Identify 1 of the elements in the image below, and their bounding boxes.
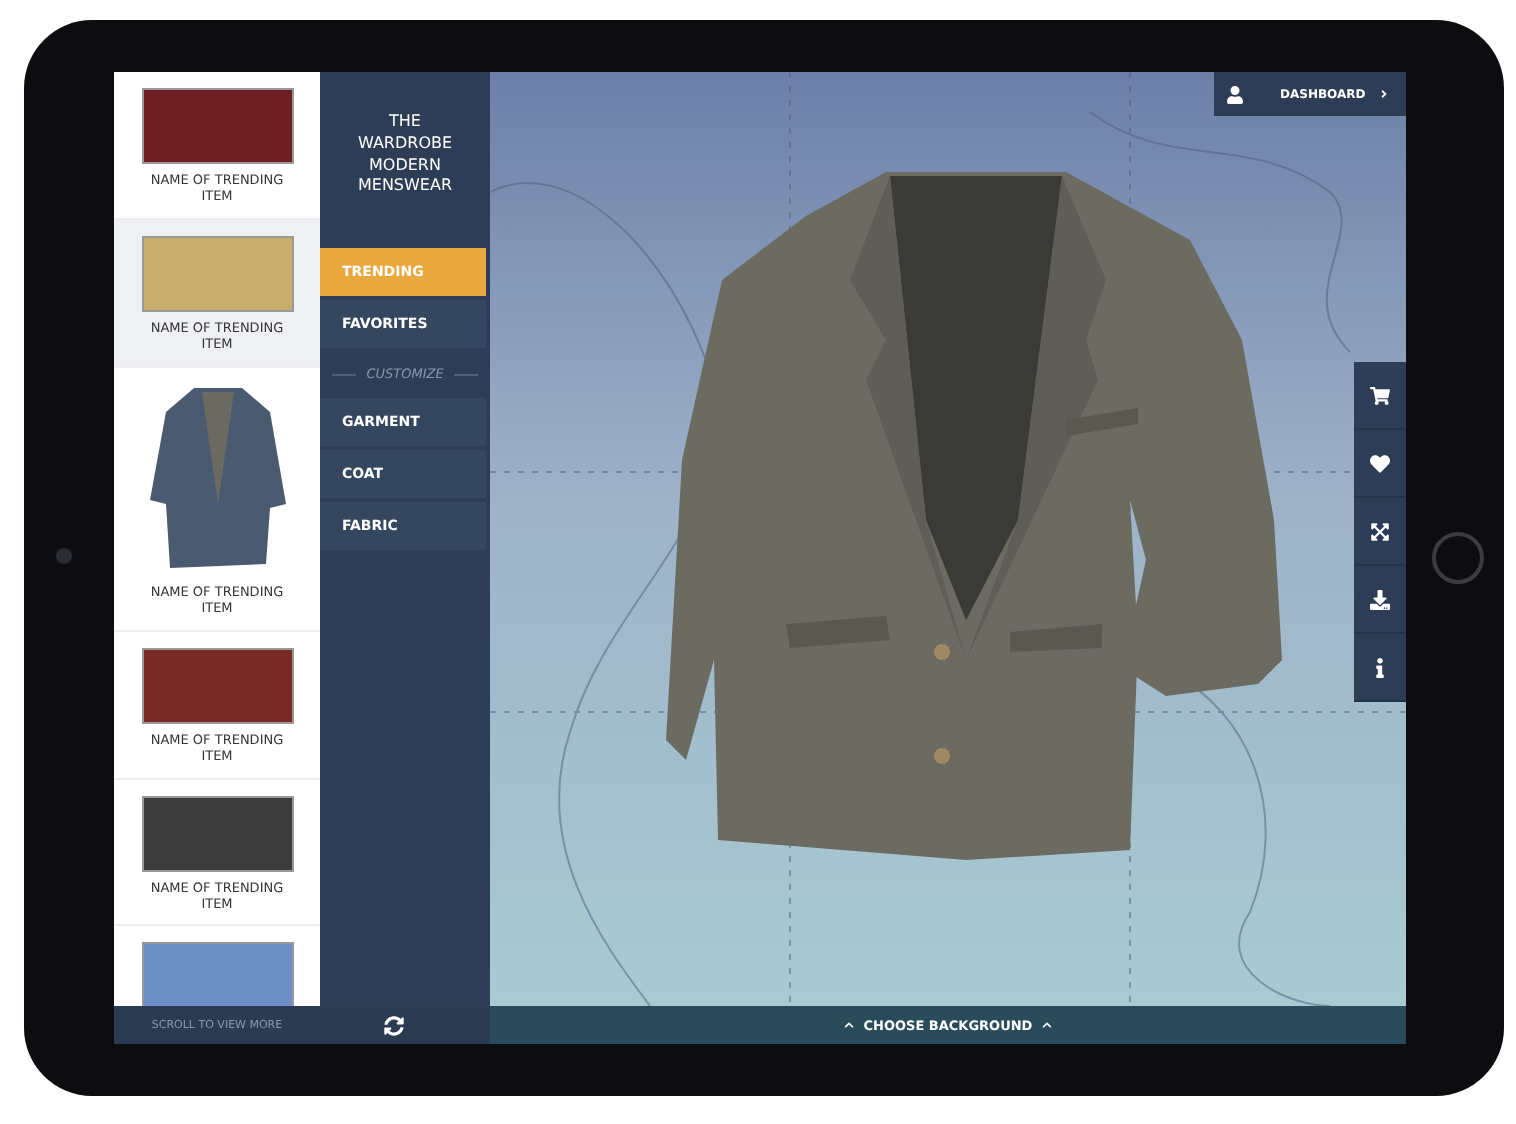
brand-title: THE WARDROBE MODERN MENSWEAR [355, 112, 455, 199]
